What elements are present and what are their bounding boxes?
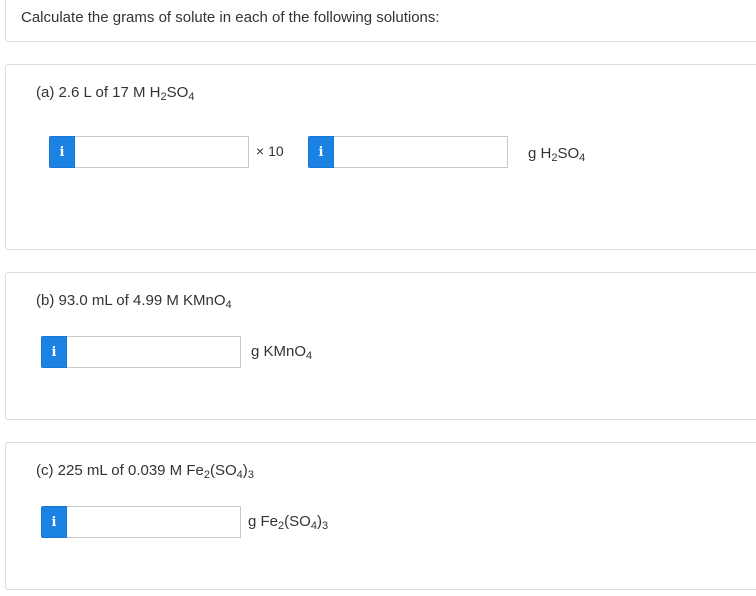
info-icon[interactable]: i xyxy=(308,136,334,168)
part-a-unit: g H2SO4 xyxy=(528,145,586,164)
part-a-exponent-input[interactable] xyxy=(334,136,508,168)
question-prompt: Calculate the grams of solute in each of… xyxy=(21,9,440,26)
info-icon[interactable]: i xyxy=(41,506,67,538)
info-icon[interactable]: i xyxy=(41,336,67,368)
part-b-answer-input[interactable] xyxy=(67,336,241,368)
question-prompt-card: Calculate the grams of solute in each of… xyxy=(5,0,756,42)
part-a-label: (a) 2.6 L of 17 M H2SO4 xyxy=(36,84,195,103)
part-b-label: (b) 93.0 mL of 4.99 M KMnO4 xyxy=(36,292,232,311)
part-a-mantissa-input[interactable] xyxy=(75,136,249,168)
times-ten-label: × 10 xyxy=(256,143,284,159)
part-b-unit: g KMnO4 xyxy=(251,343,313,362)
part-c-answer-input[interactable] xyxy=(67,506,241,538)
part-b-card: (b) 93.0 mL of 4.99 M KMnO4 i g KMnO4 xyxy=(5,272,756,420)
part-a-card: (a) 2.6 L of 17 M H2SO4 i × 10 i g H2SO4 xyxy=(5,64,756,250)
part-c-unit: g Fe2(SO4)3 xyxy=(248,513,329,532)
info-icon[interactable]: i xyxy=(49,136,75,168)
part-c-card: (c) 225 mL of 0.039 M Fe2(SO4)3 i g Fe2(… xyxy=(5,442,756,590)
part-c-label: (c) 225 mL of 0.039 M Fe2(SO4)3 xyxy=(36,462,254,481)
